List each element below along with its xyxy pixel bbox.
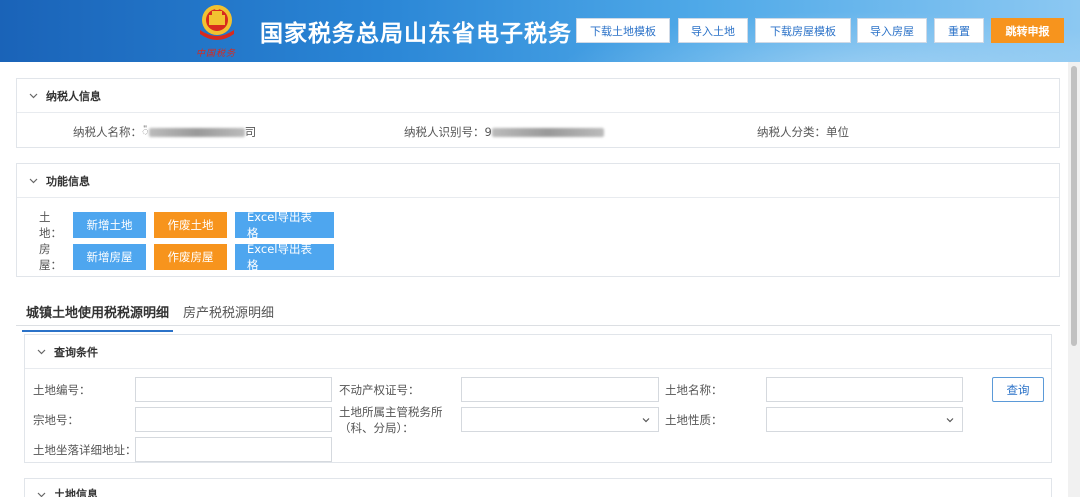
query-conditions-panel: 查询条件 土地编号： 不动产权证号： 土地名称： 查询 宗地号： 土地所属主管税… [24, 334, 1052, 463]
function-info-panel: 功能信息 土地： 新增土地 作废土地 Excel导出表格 房屋： 新增房屋 作废… [16, 163, 1060, 277]
taxpayer-category-label: 纳税人分类： [757, 125, 826, 139]
taxpayer-name-prefix: ៉ [142, 125, 149, 139]
taxpayer-info-panel: 纳税人信息 纳税人名称：៉ 司 纳税人识别号：9 纳税人分类：单位 [16, 78, 1060, 148]
taxpayer-info-title: 纳税人信息 [46, 89, 101, 103]
address-input[interactable] [135, 437, 332, 462]
land-number-label: 土地编号： [33, 383, 91, 397]
address-label: 土地坐落详细地址： [33, 443, 137, 457]
tax-office-label-line2: （科、分局）： [339, 421, 414, 435]
property-cert-label: 不动产权证号： [339, 383, 420, 397]
taxpayer-id-prefix: 9 [484, 125, 492, 139]
export-land-excel-button[interactable]: Excel导出表格 [235, 210, 334, 240]
download-land-template-button[interactable]: 下载土地模板 [576, 18, 670, 43]
tab-land-use-tax[interactable]: 城镇土地使用税税源明细 [21, 302, 174, 332]
taxpayer-id-redacted [491, 128, 604, 137]
taxpayer-category-field: 纳税人分类：单位 [757, 124, 849, 140]
land-info-title: 土地信息 [54, 488, 98, 497]
site-title: 国家税务总局山东省电子税务 [260, 21, 572, 47]
land-nature-select[interactable] [766, 407, 963, 432]
tab-property-tax[interactable]: 房产税税源明细 [183, 302, 274, 321]
void-land-button[interactable]: 作废土地 [154, 212, 227, 238]
taxpayer-id-field: 纳税人识别号：9 [404, 124, 604, 140]
land-number-input[interactable] [135, 377, 332, 402]
land-label: 土地： [39, 210, 62, 240]
scrollbar-thumb[interactable] [1071, 66, 1077, 346]
land-name-label: 土地名称： [665, 383, 723, 397]
taxpayer-category-value: 单位 [826, 125, 849, 139]
jump-declare-button[interactable]: 跳转申报 [991, 18, 1064, 43]
taxpayer-info-header[interactable]: 纳税人信息 [17, 79, 1059, 113]
import-house-button[interactable]: 导入房屋 [857, 18, 927, 43]
function-info-title: 功能信息 [46, 174, 90, 188]
land-nature-label: 土地性质： [665, 413, 723, 427]
function-info-header[interactable]: 功能信息 [17, 164, 1059, 198]
void-house-button[interactable]: 作废房屋 [154, 244, 227, 270]
import-land-button[interactable]: 导入土地 [678, 18, 748, 43]
chevron-down-icon [946, 418, 954, 423]
page-scrollbar[interactable] [1068, 62, 1080, 497]
emblem-caption: 中国税务 [196, 49, 237, 59]
chevron-down-icon [29, 91, 38, 100]
land-name-input[interactable] [766, 377, 963, 402]
chevron-down-icon [37, 347, 46, 356]
download-house-template-button[interactable]: 下载房屋模板 [755, 18, 851, 43]
add-land-button[interactable]: 新增土地 [73, 212, 146, 238]
land-info-panel: 土地信息 [24, 478, 1052, 497]
taxpayer-id-label: 纳税人识别号： [404, 125, 485, 139]
land-info-header[interactable]: 土地信息 [25, 479, 1051, 497]
search-button[interactable]: 查询 [992, 377, 1044, 402]
parcel-number-input[interactable] [135, 407, 332, 432]
land-function-row: 土地： 新增土地 作废土地 Excel导出表格 [39, 209, 342, 241]
taxpayer-name-suffix: 司 [244, 125, 257, 139]
reset-button[interactable]: 重置 [934, 18, 984, 43]
export-house-excel-button[interactable]: Excel导出表格 [235, 242, 334, 272]
property-cert-input[interactable] [461, 377, 659, 402]
tax-office-select[interactable] [461, 407, 659, 432]
query-conditions-header[interactable]: 查询条件 [25, 335, 1051, 369]
chevron-down-icon [642, 418, 650, 423]
taxpayer-name-field: 纳税人名称：៉ 司 [73, 124, 256, 142]
tax-source-tabs: 城镇土地使用税税源明细 房产税税源明细 [16, 296, 1060, 332]
tax-emblem-icon [200, 5, 234, 40]
add-house-button[interactable]: 新增房屋 [73, 244, 146, 270]
chevron-down-icon [37, 490, 46, 497]
query-conditions-title: 查询条件 [54, 345, 98, 359]
taxpayer-name-label: 纳税人名称： [73, 125, 142, 139]
tax-office-label-line1: 土地所属主管税务所 [339, 405, 443, 419]
header-banner: 中国税务 国家税务总局山东省电子税务 下载土地模板 导入土地 下载房屋模板 导入… [0, 0, 1080, 62]
house-function-row: 房屋： 新增房屋 作废房屋 Excel导出表格 [39, 241, 342, 273]
house-label: 房屋： [39, 242, 62, 272]
parcel-number-label: 宗地号： [33, 413, 79, 427]
taxpayer-name-redacted [148, 128, 245, 137]
chevron-down-icon [29, 176, 38, 185]
